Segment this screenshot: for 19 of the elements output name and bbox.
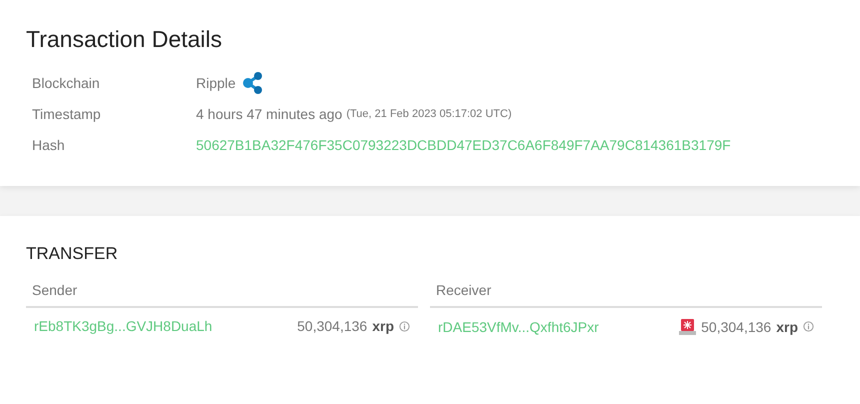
amount-value: 50,304,136 [701,318,772,334]
field-label: Hash [31,136,66,152]
timestamp-value: 4 hours 47 minutes ago [196,106,342,122]
currency-unit: xrp [372,318,394,334]
info-icon[interactable] [399,320,410,332]
field-label: Blockchain [31,74,101,90]
amount-value: 50,304,136 [297,318,368,334]
field-label: Timestamp [31,106,102,122]
card-title: Transaction Details [26,26,224,53]
address-link[interactable]: rEb8TK3gBg...GVJH8DuaLh [34,318,212,334]
currency-unit: xrp [776,318,798,334]
section-title: TRANSFER [26,244,119,264]
address-link[interactable]: rDAE53VfMv...Qxfht6JPxr [438,318,599,334]
timestamp-date: (Tue, 21 Feb 2023 05:17:02 UTC) [346,108,512,120]
info-icon[interactable] [803,321,814,332]
hash-value: 50627B1BA32F476F35C0793223DCBDD47ED37C6A6F849F7AA79C814361B3179F [196,136,731,152]
column-header: Sender [26,282,418,308]
column-header: Receiver [430,282,822,308]
blockchain-value: Ripple [196,74,236,90]
